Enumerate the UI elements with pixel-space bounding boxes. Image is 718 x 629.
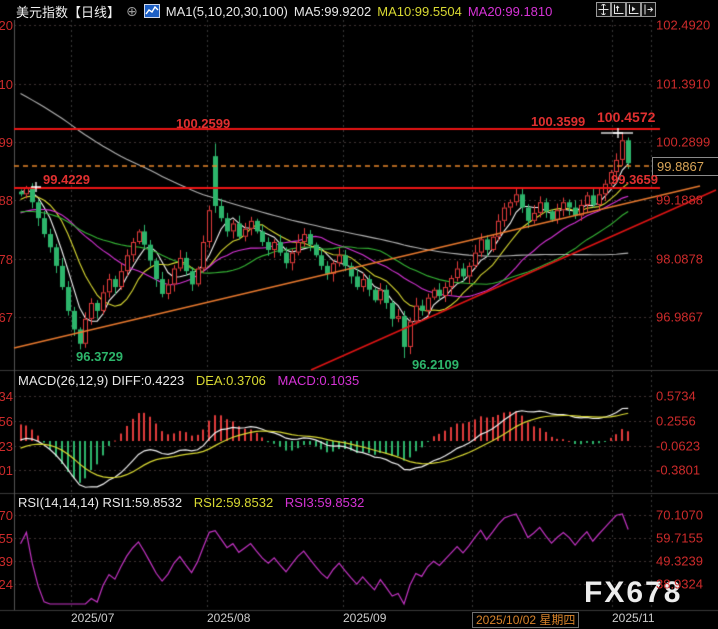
price-annotation-label: 96.3729 — [76, 349, 123, 364]
price-axis-label-left: 101.3910 — [0, 77, 13, 91]
date-axis-label: 2025/08 — [207, 611, 251, 625]
macd-axis-label-left: 0.5734 — [0, 389, 13, 403]
crosshair-move-icon[interactable] — [596, 2, 611, 17]
selected-date-label: 2025/10/02 星期四 — [472, 612, 580, 628]
date-axis-label: 2025/11 — [612, 611, 655, 625]
price-axis-label-left-text: 96.9867 — [0, 309, 13, 324]
price-axis-label: 100.2899 — [656, 134, 711, 150]
circle-plus-icon[interactable]: ⊕ — [126, 3, 138, 20]
macd-header: MACD(26,12,9) DIFF:0.4223 DEA:0.3706 MAC… — [18, 373, 359, 388]
macd-dea-value: DEA:0.3706 — [195, 373, 266, 388]
macd-axis-label-left-text: -0.0623 — [0, 439, 13, 453]
rsi1-value: RSI(14,14,14) RSI1:59.8532 — [18, 495, 183, 510]
axis-play-icon[interactable] — [626, 2, 641, 17]
price-annotation-label: 99.3659 — [611, 172, 658, 187]
price-axis-label-left: 102.4920 — [0, 18, 13, 32]
price-axis-label: 101.3910 — [656, 76, 711, 92]
macd-axis-label-left-text: 0.5734 — [0, 389, 13, 403]
price-axis-label: 96.9867 — [656, 309, 703, 325]
macd-axis-label-left: 0.2556 — [0, 414, 13, 428]
price-annotation-label: 99.4229 — [43, 172, 90, 187]
exit-right-icon[interactable] — [641, 2, 656, 17]
rsi-axis-label-left: 70.1070 — [0, 508, 13, 522]
price-axis-label-left: 96.9867 — [0, 310, 13, 324]
price-axis-label-left-text: 99.1888 — [0, 193, 13, 208]
macd-axis-label: 0.2556 — [656, 413, 696, 429]
rsi2-value: RSI2:59.8532 — [193, 495, 274, 510]
price-annotation-label: 100.2599 — [176, 116, 231, 131]
price-chart-canvas[interactable] — [0, 0, 718, 629]
price-axis-label-left-text: 102.4920 — [0, 18, 13, 33]
macd-axis-label-left: -0.0623 — [0, 439, 13, 453]
macd-axis-label: -0.0623 — [656, 438, 701, 454]
macd-axis-label: 0.5734 — [656, 388, 696, 404]
ma20-value: MA20:99.1810 — [467, 3, 553, 19]
current-price-tag: 99.8867 — [652, 157, 718, 176]
chart-window: 美元指数【日线】 ⊕ MA1(5,10,20,30,100) MA5:99.92… — [0, 0, 718, 629]
rsi-axis-label-left-text: 70.1070 — [0, 508, 13, 522]
date-axis-label: 2025/09 — [343, 611, 387, 625]
date-axis-label: 2025/07 — [71, 611, 115, 625]
rsi-axis-label-left-text: 38.9324 — [0, 577, 13, 591]
ma10-value: MA10:99.5504 — [377, 3, 462, 19]
chart-header: 美元指数【日线】 ⊕ MA1(5,10,20,30,100) MA5:99.92… — [16, 2, 552, 20]
macd-axis-label: -0.3801 — [656, 462, 701, 478]
price-annotation-label: 100.3599 — [531, 114, 586, 129]
rsi-axis-label-left-text: 59.7155 — [0, 531, 13, 545]
rsi-axis-label: 38.9324 — [656, 576, 703, 592]
rsi-axis-label-left: 59.7155 — [0, 531, 13, 545]
price-annotation-label: 100.4572 — [597, 109, 656, 125]
macd-axis-label-left-text: 0.2556 — [0, 414, 13, 428]
rsi-axis-label-left-text: 49.3239 — [0, 554, 13, 568]
rsi-axis-label-left: 38.9324 — [0, 577, 13, 591]
rsi-axis-label-left: 49.3239 — [0, 554, 13, 568]
rsi-axis-label: 49.3239 — [656, 553, 703, 569]
price-axis-label-left-text: 98.0878 — [0, 251, 13, 266]
axis-zoom-up-icon[interactable] — [611, 2, 626, 17]
price-axis-label: 98.0878 — [656, 251, 703, 267]
price-axis-label-left: 98.0878 — [0, 252, 13, 266]
price-axis-label: 99.1888 — [656, 192, 703, 208]
price-axis-label: 102.4920 — [656, 17, 711, 33]
date-axis-label: 2025/10/02 星期四 — [472, 611, 580, 628]
price-axis-label-left: 100.2899 — [0, 135, 13, 149]
rsi3-value: RSI3:59.8532 — [284, 495, 365, 510]
price-axis-label-left-text: 100.2899 — [0, 134, 13, 149]
ma5-value: MA5:99.9202 — [293, 3, 372, 19]
price-annotation-label: 96.2109 — [412, 357, 459, 372]
price-axis-label-left: 99.1888 — [0, 193, 13, 207]
rsi-header: RSI(14,14,14) RSI1:59.8532 RSI2:59.8532 … — [18, 495, 364, 510]
rsi-axis-label: 59.7155 — [656, 530, 703, 546]
symbol-title: 美元指数【日线】 — [16, 4, 121, 20]
macd-axis-label-left-text: -0.3801 — [0, 463, 13, 477]
line-chart-icon[interactable] — [143, 4, 160, 18]
rsi-axis-label: 70.1070 — [656, 507, 703, 523]
ma-group-label: MA1(5,10,20,30,100) — [165, 3, 288, 19]
price-axis-label-left-text: 101.3910 — [0, 76, 13, 91]
macd-diff-value: MACD(26,12,9) DIFF:0.4223 — [18, 373, 185, 388]
macd-bar-value: MACD:0.1035 — [277, 373, 360, 388]
macd-axis-label-left: -0.3801 — [0, 463, 13, 477]
